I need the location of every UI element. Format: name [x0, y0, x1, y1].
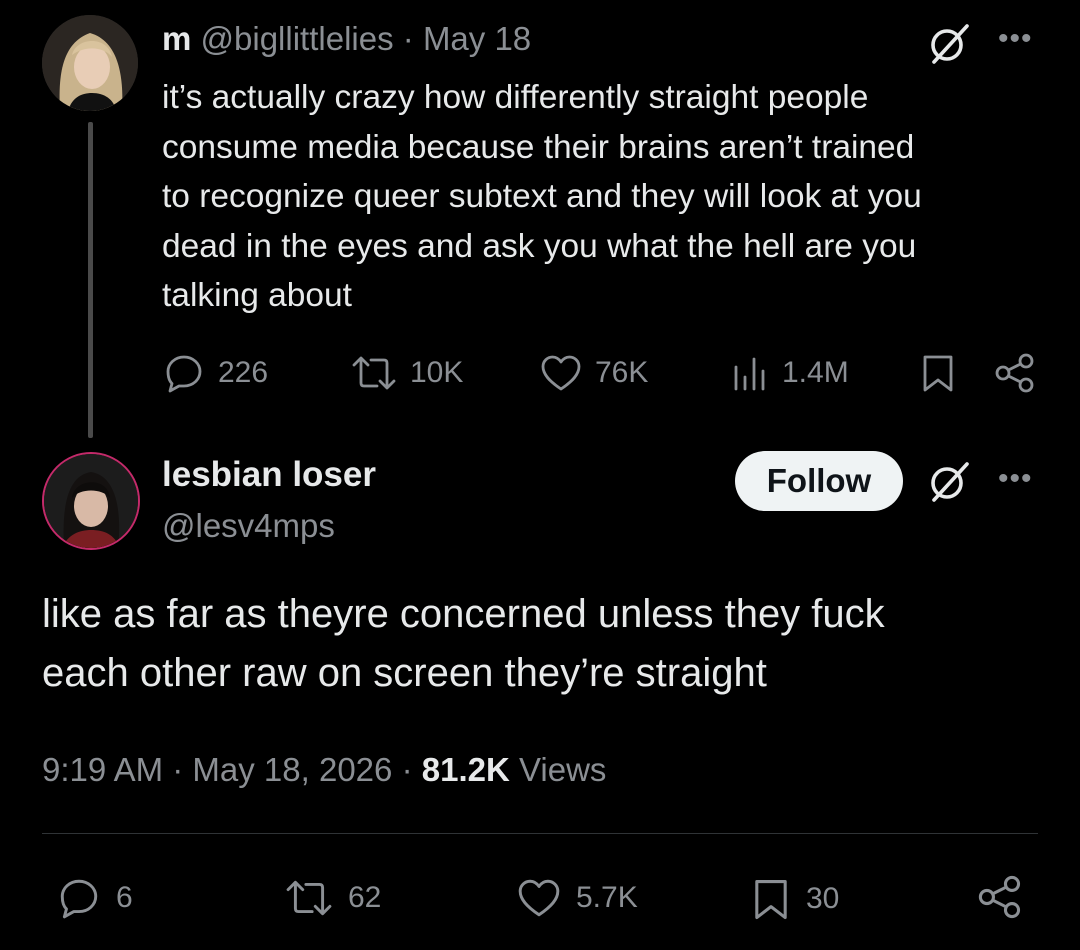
meta-separator: ·	[401, 751, 413, 788]
divider	[42, 833, 1038, 834]
reply-handle[interactable]: @lesv4mps	[162, 507, 335, 545]
heart-icon	[541, 355, 581, 391]
thread-line	[88, 122, 93, 438]
reply-button[interactable]: 226	[162, 351, 268, 395]
repost-count: 62	[348, 881, 382, 914]
share-button[interactable]	[994, 351, 1036, 395]
views-button[interactable]: 1.4M	[730, 351, 849, 395]
meta-separator: ·	[172, 751, 184, 788]
follow-button[interactable]: Follow	[735, 451, 903, 511]
reply-display-name[interactable]: lesbian loser	[162, 455, 376, 495]
parent-tweet-text: it’s actually crazy how differently stra…	[162, 79, 922, 314]
more-icon[interactable]: •••	[998, 22, 1033, 56]
like-count: 76K	[595, 356, 649, 389]
avatar[interactable]	[42, 452, 140, 550]
tweet-meta-line: 9:19 AM · May 18, 2026 · 81.2K Views	[42, 751, 606, 789]
reply-count: 6	[116, 881, 133, 914]
bookmark-icon	[755, 880, 787, 920]
bookmark-button[interactable]	[918, 351, 958, 395]
repost-icon	[286, 880, 332, 916]
avatar-image	[44, 454, 138, 548]
share-icon	[995, 353, 1034, 393]
views-label: Views	[518, 751, 607, 788]
parent-handle[interactable]: @bigllittlelies	[201, 20, 394, 57]
avatar[interactable]	[42, 15, 138, 111]
heart-icon	[518, 879, 560, 917]
views-count: 1.4M	[782, 356, 849, 389]
more-icon[interactable]: •••	[998, 462, 1033, 496]
bookmark-count: 30	[806, 882, 840, 915]
repost-button[interactable]: 10K	[350, 351, 463, 395]
reply-icon	[166, 355, 202, 393]
reply-icon	[60, 879, 98, 919]
parent-date[interactable]: May 18	[423, 20, 531, 57]
reply-tweet-text: like as far as theyre concerned unless t…	[42, 592, 885, 695]
parent-display-name[interactable]: m	[162, 20, 191, 57]
share-icon	[978, 875, 1021, 919]
repost-icon	[352, 356, 396, 390]
reply-button[interactable]: 6	[54, 875, 133, 921]
repost-count: 10K	[410, 356, 464, 389]
avatar-image	[42, 15, 138, 111]
views-icon	[734, 357, 765, 391]
repost-button[interactable]: 62	[282, 875, 381, 921]
views-total[interactable]: 81.2K	[422, 751, 510, 788]
like-button[interactable]: 5.7K	[514, 875, 638, 921]
like-button[interactable]: 76K	[539, 351, 648, 395]
bookmark-button[interactable]: 30	[748, 875, 839, 923]
parent-tweet-header: m @bigllittlelies · May 18	[162, 20, 531, 58]
grok-icon[interactable]	[926, 21, 972, 72]
share-button[interactable]	[976, 873, 1024, 921]
reply-count: 226	[218, 356, 269, 389]
grok-icon[interactable]	[926, 459, 972, 510]
tweet-date[interactable]: May 18, 2026	[192, 751, 392, 788]
bookmark-icon	[923, 355, 953, 392]
tweet-time[interactable]: 9:19 AM	[42, 751, 163, 788]
like-count: 5.7K	[576, 881, 638, 914]
meta-separator: ·	[402, 20, 414, 57]
